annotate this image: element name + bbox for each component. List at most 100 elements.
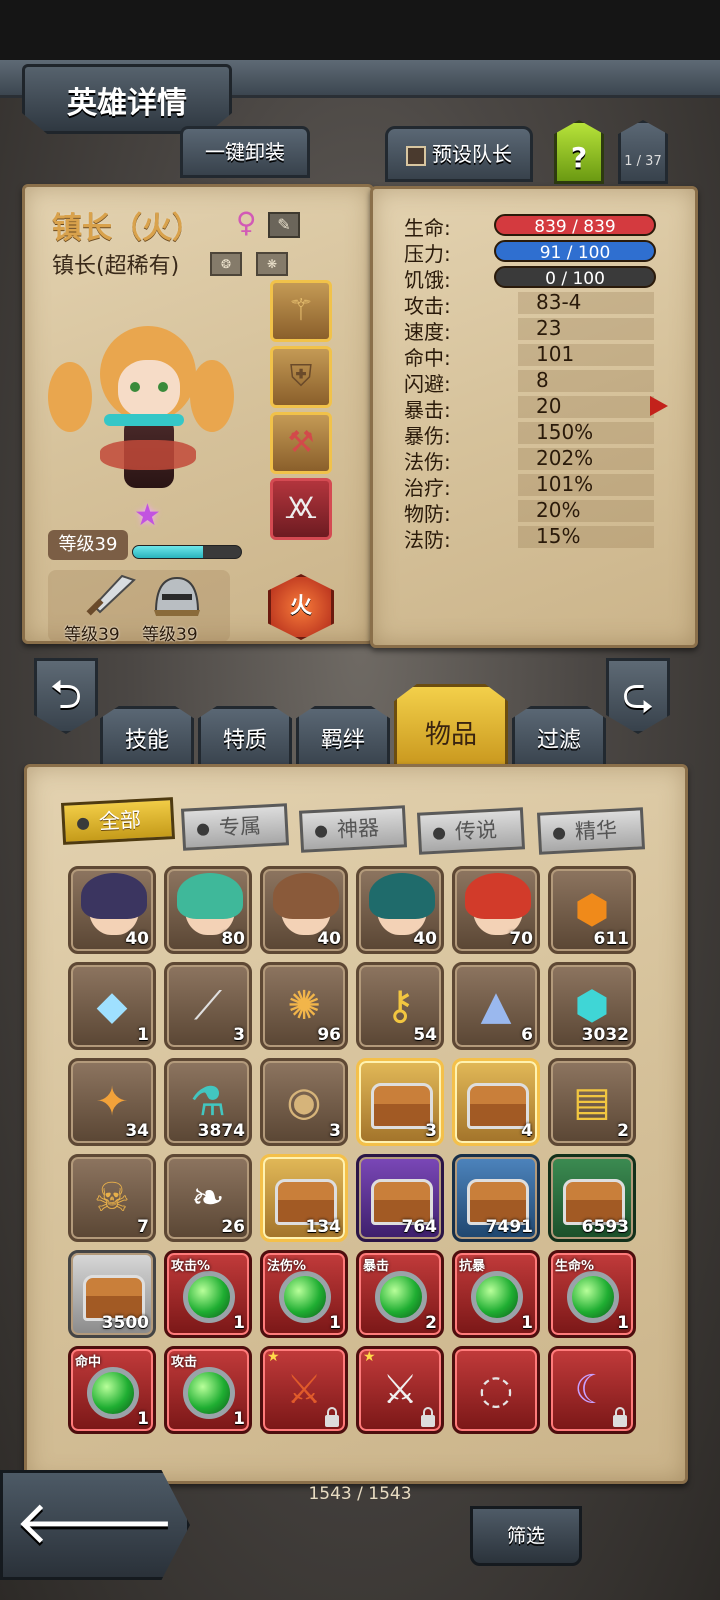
inventory-item[interactable]: 攻击 1 bbox=[164, 1346, 252, 1434]
filter-legendary[interactable]: 传说 bbox=[416, 807, 526, 855]
stat-bar: 839 / 839 bbox=[494, 214, 656, 237]
inventory-item[interactable]: 法伤% 1 bbox=[260, 1250, 348, 1338]
item-count: 6593 bbox=[581, 1217, 629, 1237]
class-trait-icon[interactable]: ❋ bbox=[256, 252, 288, 276]
hero-hair bbox=[177, 873, 243, 919]
hero-hair bbox=[273, 873, 339, 919]
star-icon: ★ bbox=[134, 498, 161, 533]
item-count: 26 bbox=[221, 1217, 245, 1237]
skirt bbox=[100, 440, 196, 470]
inventory-item[interactable]: ▤ 2 bbox=[548, 1058, 636, 1146]
equip-slot-axe[interactable]: ⚒ bbox=[270, 412, 332, 474]
inventory-item[interactable]: ◆ 1 bbox=[68, 962, 156, 1050]
helmet-icon[interactable] bbox=[150, 572, 204, 618]
checkbox-icon[interactable] bbox=[406, 145, 426, 166]
inventory-item[interactable]: 70 bbox=[452, 866, 540, 954]
inventory-item[interactable]: 6593 bbox=[548, 1154, 636, 1242]
inventory-item[interactable]: ⚔ ★ bbox=[356, 1346, 444, 1434]
inventory-item[interactable]: 抗暴 1 bbox=[452, 1250, 540, 1338]
tab-filter[interactable]: 过滤 bbox=[512, 706, 606, 768]
inventory-item[interactable]: ◉ 3 bbox=[260, 1058, 348, 1146]
stat-row: 速度: 23 bbox=[378, 316, 674, 344]
item-count: 1 bbox=[329, 1313, 341, 1333]
inventory-item[interactable]: 暴击 2 bbox=[356, 1250, 444, 1338]
filter-label: 神器 bbox=[336, 815, 380, 842]
stat-label: 攻击: bbox=[404, 294, 451, 318]
inventory-item[interactable]: ⚔ ★ bbox=[260, 1346, 348, 1434]
green-gem-icon bbox=[567, 1271, 619, 1323]
inventory-item[interactable]: ⚗ 3874 bbox=[164, 1058, 252, 1146]
inventory-item[interactable]: 命中 1 bbox=[68, 1346, 156, 1434]
inventory-item[interactable]: 40 bbox=[356, 866, 444, 954]
inventory-item[interactable]: ⬢ 611 bbox=[548, 866, 636, 954]
sort-filter-button[interactable]: 筛选 bbox=[470, 1506, 582, 1566]
inventory-item[interactable]: ◌ bbox=[452, 1346, 540, 1434]
stat-label: 速度: bbox=[404, 320, 451, 344]
item-count: 2 bbox=[425, 1313, 437, 1333]
tab-skills[interactable]: 技能 bbox=[100, 706, 194, 768]
tab-traits[interactable]: 特质 bbox=[198, 706, 292, 768]
inventory-item[interactable]: ⬢ 3032 bbox=[548, 962, 636, 1050]
stat-label: 物防: bbox=[404, 502, 451, 526]
back-button[interactable]: 🡐 bbox=[0, 1470, 190, 1580]
tab-bonds[interactable]: 羁绊 bbox=[296, 706, 390, 768]
filter-essence[interactable]: 精华 bbox=[536, 807, 646, 855]
inventory-item[interactable]: 40 bbox=[260, 866, 348, 954]
inventory-item[interactable]: ⟋ 3 bbox=[164, 962, 252, 1050]
stat-row: 物防: 20% bbox=[378, 498, 674, 526]
inventory-item[interactable]: 134 bbox=[260, 1154, 348, 1242]
hair-pigtail-left bbox=[48, 362, 92, 432]
stat-value: 101 bbox=[536, 342, 575, 366]
gem-stat-tag: 法伤% bbox=[267, 1259, 307, 1274]
equip-slot-shield[interactable]: ⛨ bbox=[270, 346, 332, 408]
class-trait-icon[interactable]: ❂ bbox=[210, 252, 242, 276]
rename-pencil-icon[interactable]: ✎ bbox=[268, 212, 300, 238]
equip-slot-chalice[interactable]: 🝪 bbox=[270, 478, 332, 540]
inventory-item[interactable]: ✺ 96 bbox=[260, 962, 348, 1050]
hero-portrait bbox=[40, 290, 255, 520]
hero-class: 镇长(超稀有) bbox=[52, 254, 180, 279]
stat-value: 20% bbox=[536, 498, 581, 522]
item-count: 1 bbox=[137, 1025, 149, 1045]
stat-row: 法伤: 202% bbox=[378, 446, 674, 474]
xp-bar-fill bbox=[133, 546, 204, 558]
inventory-item[interactable]: 3500 bbox=[68, 1250, 156, 1338]
inventory-item[interactable]: 40 bbox=[68, 866, 156, 954]
stat-row: 饥饿: 0 / 100 bbox=[378, 264, 674, 292]
stat-row: 命中: 101 bbox=[378, 342, 674, 370]
hero-hair bbox=[81, 873, 147, 919]
filter-exclusive[interactable]: 专属 bbox=[180, 803, 290, 851]
sword-icon[interactable] bbox=[78, 574, 138, 618]
item-count: 3 bbox=[425, 1121, 437, 1141]
tab-items[interactable]: 物品 bbox=[394, 684, 508, 770]
item-count: 3874 bbox=[197, 1121, 245, 1141]
inventory-item[interactable]: 生命% 1 bbox=[548, 1250, 636, 1338]
inventory-item[interactable]: ✦ 34 bbox=[68, 1058, 156, 1146]
stat-row: 暴击: 20 bbox=[378, 394, 674, 422]
xp-bar bbox=[132, 545, 242, 559]
inventory-item[interactable]: 80 bbox=[164, 866, 252, 954]
unequip-all-button[interactable]: 一键卸装 bbox=[180, 126, 310, 178]
equip-slot-staff[interactable]: ⚚ bbox=[270, 280, 332, 342]
item-count: 80 bbox=[221, 929, 245, 949]
inventory-item[interactable]: 攻击% 1 bbox=[164, 1250, 252, 1338]
inventory-item[interactable]: 4 bbox=[452, 1058, 540, 1146]
filter-all[interactable]: 全部 bbox=[60, 797, 176, 845]
item-count: 134 bbox=[305, 1217, 342, 1237]
inventory-item[interactable]: ▲ 6 bbox=[452, 962, 540, 1050]
inventory-item[interactable]: ❧ 26 bbox=[164, 1154, 252, 1242]
inventory-item[interactable]: 764 bbox=[356, 1154, 444, 1242]
filter-artifact[interactable]: 神器 bbox=[298, 805, 408, 853]
inventory-item[interactable]: ☾ bbox=[548, 1346, 636, 1434]
inventory-item[interactable]: ☠ 7 bbox=[68, 1154, 156, 1242]
inventory-item[interactable]: ⚷ 54 bbox=[356, 962, 444, 1050]
inventory-item[interactable]: 3 bbox=[356, 1058, 444, 1146]
preset-leader-toggle[interactable]: 预设队长 bbox=[385, 126, 533, 182]
lock-icon bbox=[613, 1407, 627, 1427]
hero-level-badge: 等级39 bbox=[48, 530, 128, 560]
stats-expand-arrow-icon[interactable] bbox=[650, 396, 668, 416]
filter-label: 专属 bbox=[218, 813, 262, 840]
inventory-item[interactable]: 7491 bbox=[452, 1154, 540, 1242]
stat-label: 饥饿: bbox=[404, 268, 451, 292]
weapon-icon: ◌ bbox=[478, 1367, 514, 1413]
